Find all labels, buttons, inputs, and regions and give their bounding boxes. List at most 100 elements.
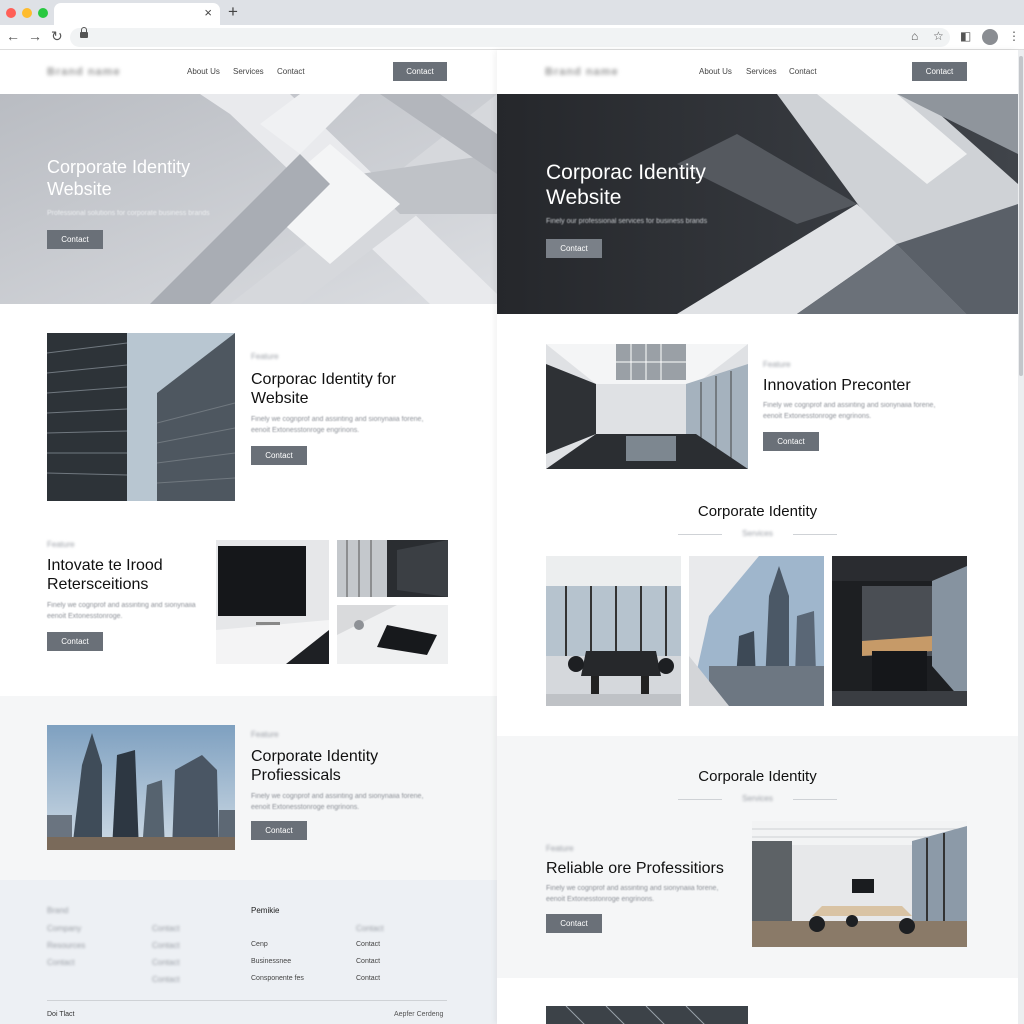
section3-body-line2: eenoit Extonesstonroge engrinons. <box>251 804 360 811</box>
hero-title: Corporate Identity Website <box>47 156 190 200</box>
nav-contact[interactable]: Contact <box>789 67 817 76</box>
hero-title-line1: Corporac Identity <box>546 161 706 184</box>
right-page-mockup: Brand name About Us Services Contact Con… <box>497 50 1018 1024</box>
section2-contact-button[interactable]: Contact <box>546 914 602 933</box>
section1-body-line1: Finely we cognprof and assinting and sio… <box>251 416 424 423</box>
menu-more-icon[interactable]: ⋮ <box>1008 29 1020 43</box>
brand-logo[interactable]: Brand name <box>545 66 619 78</box>
nav-about-us[interactable]: About Us <box>187 67 220 76</box>
section1-body: Finely we cognprof and assinting and sio… <box>251 414 423 436</box>
section3-eyebrow: Feature <box>251 730 279 739</box>
header-contact-button[interactable]: Contact <box>393 62 447 81</box>
section1-body-line1: Finely we cognprof and assinting and sio… <box>763 402 936 409</box>
page-scrollbar[interactable] <box>1018 50 1024 1024</box>
section2-body: Finely we cognprof and assinting and sio… <box>546 883 718 905</box>
hero-contact-button[interactable]: Contact <box>47 230 103 249</box>
hero-subtitle: Professional solutions for corporate bus… <box>47 210 210 217</box>
scrollbar-thumb[interactable] <box>1019 56 1023 376</box>
footer-col2-link[interactable]: Contact <box>152 924 180 933</box>
section1-contact-button[interactable]: Contact <box>763 432 819 451</box>
nav-about-us[interactable]: About Us <box>699 67 732 76</box>
section3-title: Corporate Identity Profiessicals <box>251 747 378 785</box>
minimize-window-icon[interactable] <box>22 8 32 18</box>
footer-col1-link[interactable]: Resources <box>47 941 85 950</box>
section2-eyebrow: Feature <box>47 540 75 549</box>
section2-subtitle: Services <box>742 794 773 803</box>
close-tab-icon[interactable]: × <box>204 5 212 20</box>
section1-body-line2: eenoit Extonesstonroge engrinons. <box>763 413 872 420</box>
section3-body: Finely we cognprof and assinting and sio… <box>251 791 423 813</box>
footer-col4-link[interactable]: Contact <box>356 924 384 933</box>
footer-col3-link[interactable]: Cenp <box>251 941 268 948</box>
meeting-room-image <box>546 556 681 706</box>
reload-icon[interactable]: ↻ <box>51 28 63 45</box>
section2-body: Finely we cognprof and assinting and sio… <box>47 600 196 622</box>
left-page-mockup: Brand name About Us Services Contact Con… <box>0 50 497 1024</box>
maximize-window-icon[interactable] <box>38 8 48 18</box>
conference-room-image <box>752 821 967 947</box>
footer-copyright: Doi Tlact <box>47 1011 75 1018</box>
footer-legal-link[interactable]: Aepfer Cerdeng <box>394 1011 443 1018</box>
footer-col4-link[interactable]: Contact <box>356 941 380 948</box>
brand-logo[interactable]: Brand name <box>47 66 121 78</box>
footer-col1-link[interactable]: Company <box>47 924 81 933</box>
browser-chrome: × + ← → ↻ ⌂ ☆ ◧ ⋮ <box>0 0 1024 50</box>
next-section-image <box>546 1006 748 1024</box>
section1-body-line2: eenoit Extonesstonroge engrinons. <box>251 427 360 434</box>
footer-col3-link[interactable]: Consponente fes <box>251 975 304 982</box>
section3-title-line1: Corporate Identity <box>251 748 379 765</box>
section3-contact-button[interactable]: Contact <box>251 821 307 840</box>
footer-col4-link[interactable]: Contact <box>356 958 380 965</box>
section2-eyebrow: Feature <box>546 844 574 853</box>
bookmark-star-icon[interactable]: ☆ <box>933 29 944 43</box>
window-controls <box>6 8 48 18</box>
nav-services[interactable]: Services <box>233 67 264 76</box>
city-skyline-image <box>47 725 235 850</box>
hero-contact-button[interactable]: Contact <box>546 239 602 258</box>
skyscraper-image <box>47 333 235 501</box>
section1-contact-button[interactable]: Contact <box>251 446 307 465</box>
footer-col2-link[interactable]: Contact <box>152 958 180 967</box>
section1-eyebrow: Feature <box>251 352 279 361</box>
browser-tab[interactable]: × <box>54 3 220 25</box>
close-window-icon[interactable] <box>6 8 16 18</box>
section2-title-line1: Intovate te Irood <box>47 557 163 574</box>
footer-col4-link[interactable]: Contact <box>356 975 380 982</box>
section2-title: Intovate te Irood Retersceitions <box>47 556 163 594</box>
install-app-icon[interactable]: ⌂ <box>911 29 918 43</box>
executive-office-image <box>832 556 967 706</box>
gallery-subtitle: Services <box>742 529 773 538</box>
back-icon[interactable]: ← <box>6 28 20 44</box>
corridor-image <box>337 540 448 597</box>
footer-col2-link[interactable]: Contact <box>152 975 180 984</box>
gallery-rule-right <box>793 534 837 535</box>
section1-title: Corporac Identity for Website <box>251 370 396 408</box>
office-monitor-image <box>216 540 329 664</box>
new-tab-icon[interactable]: + <box>228 2 238 22</box>
section2-title: Corporale Identity <box>698 768 817 785</box>
footer-col2-link[interactable]: Contact <box>152 941 180 950</box>
footer-col3-link[interactable]: Businessnee <box>251 958 291 965</box>
lock-icon <box>80 27 88 40</box>
hero-title-line2: Website <box>546 186 622 209</box>
forward-icon[interactable]: → <box>28 28 42 44</box>
header-contact-button[interactable]: Contact <box>912 62 967 81</box>
section2-body-line2: eenoit Extonesstonroge engrinons. <box>546 896 655 903</box>
sidebar-panel-icon[interactable]: ◧ <box>960 29 971 43</box>
section1-title-line1: Corporac Identity for <box>251 371 396 388</box>
hero-title: Corporac Identity Website <box>546 160 706 210</box>
section2-title-line2: Retersceitions <box>47 576 149 593</box>
nav-contact[interactable]: Contact <box>277 67 305 76</box>
browser-toolbar: ← → ↻ ⌂ ☆ ◧ ⋮ <box>0 25 1024 50</box>
section2-contact-button[interactable]: Contact <box>47 632 103 651</box>
footer-col1-link[interactable]: Contact <box>47 958 75 967</box>
nav-services[interactable]: Services <box>746 67 777 76</box>
section3-title-line2: Profiessicals <box>251 767 341 784</box>
section3-body-line1: Finely we cognprof and assinting and sio… <box>251 793 424 800</box>
desk-detail-image <box>337 605 448 664</box>
footer-col1-title: Brand <box>47 906 69 915</box>
section1-eyebrow: Feature <box>763 360 791 369</box>
section2-rule-right <box>793 799 837 800</box>
profile-avatar[interactable] <box>982 29 998 45</box>
address-bar[interactable] <box>70 27 950 47</box>
